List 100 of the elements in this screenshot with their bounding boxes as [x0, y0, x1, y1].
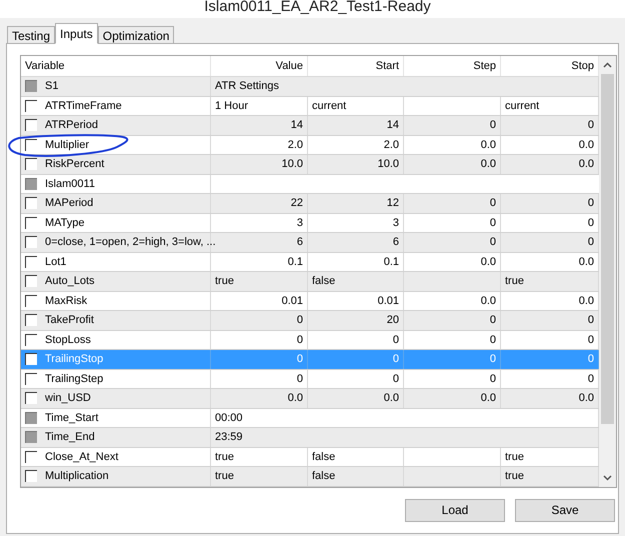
table-cell: 0 [211, 350, 308, 368]
variable-name: RiskPercent [45, 157, 104, 172]
table-cell: false [308, 272, 404, 290]
table-cell: false [308, 467, 404, 486]
table-cell: 0.0 [404, 389, 501, 408]
table-cell: 10.0 [211, 155, 308, 174]
column-header[interactable]: Start [308, 56, 404, 76]
table-cell: 0.01 [308, 292, 404, 310]
variable-name: Multiplication [45, 469, 109, 484]
checkbox[interactable] [25, 138, 37, 151]
table-row[interactable]: Multiplier 2.0 2.0 0.0 0.0 [21, 136, 599, 155]
table-row[interactable]: MAPeriod 22 12 0 0 [21, 194, 599, 214]
table-cell: 14 [211, 116, 308, 134]
table-cell: 0 [211, 370, 308, 388]
table-cell: false [308, 448, 404, 466]
checkbox[interactable] [25, 256, 37, 268]
checkbox[interactable] [25, 372, 37, 385]
checkbox[interactable] [25, 470, 37, 482]
table-row[interactable]: MaxRisk 0.01 0.01 0.0 0.0 [21, 292, 599, 311]
table-cell: 0 [308, 350, 404, 368]
variable-name: Time_Start [45, 410, 98, 426]
dialog-button[interactable]: Load [405, 498, 505, 522]
checkbox[interactable] [25, 216, 37, 229]
variable-name: TrailingStop [45, 352, 104, 367]
scroll-down-icon[interactable] [603, 474, 612, 480]
table-row[interactable]: 0=close, 1=open, 2=high, 3=low, ... 6 6 0 0 [21, 233, 599, 252]
table-cell: 10.0 [308, 155, 404, 174]
scrollbar-thumb[interactable] [601, 74, 614, 424]
scrollbar[interactable] [599, 56, 616, 486]
table-cell: 0 [404, 330, 501, 349]
table-row[interactable]: MAType 3 3 0 0 [21, 214, 599, 233]
checkbox[interactable] [25, 236, 37, 248]
table-row[interactable]: ATRTimeFrame 1 Hour current current [21, 96, 599, 116]
table-cell: 0 [404, 370, 501, 388]
variable-name: TakeProfit [45, 313, 94, 328]
table-row[interactable]: TakeProfit 0 20 0 0 [21, 311, 599, 330]
tab[interactable]: Inputs [55, 23, 98, 44]
table-cell: 2.0 [211, 136, 308, 154]
column-header[interactable]: Variable [21, 56, 211, 76]
table-row[interactable]: win_USD 0.0 0.0 0.0 0.0 [21, 389, 599, 408]
table-cell: true [211, 467, 308, 486]
checkbox[interactable] [25, 275, 37, 288]
table-cell: 0 [404, 194, 501, 212]
checkbox[interactable] [25, 334, 37, 346]
table-cell: 0 [308, 330, 404, 349]
table-row[interactable]: Auto_Lots true false true [21, 272, 599, 292]
checkbox[interactable] [25, 392, 37, 404]
window-title: Islam0011_EA_AR2_Test1-Ready [204, 0, 431, 14]
table-cell: 0.0 [404, 155, 501, 174]
variable-name: win_USD [45, 391, 91, 406]
table-row[interactable]: TrailingStep 0 0 0 0 [21, 370, 599, 389]
checkbox[interactable] [25, 294, 37, 307]
table-cell: 1 Hour [211, 96, 308, 115]
table-cell: 2.0 [308, 136, 404, 154]
variable-name: StopLoss [45, 332, 91, 348]
table-cell: 3 [308, 214, 404, 232]
table-cell: 0.1 [308, 252, 404, 271]
table-cell: 0.0 [404, 292, 501, 310]
checkbox[interactable] [25, 197, 37, 210]
tab[interactable]: Optimization [98, 26, 174, 44]
variable-name: TrailingStep [45, 372, 104, 386]
variable-name: Close_At_Next [45, 450, 118, 464]
table-row[interactable]: Multiplication true false true [21, 467, 599, 486]
table-cell: 0 [404, 233, 501, 252]
table-cell: 0 [404, 311, 501, 330]
variable-name: ATRTimeFrame [45, 98, 122, 114]
checkbox[interactable] [25, 314, 37, 326]
checkbox[interactable] [25, 100, 37, 112]
table-cell: true [211, 272, 308, 290]
variable-name: S1 [45, 79, 58, 94]
checkbox[interactable] [25, 158, 37, 170]
variable-name: MAPeriod [45, 196, 94, 211]
table-row[interactable]: Close_At_Next true false true [21, 448, 599, 467]
dialog-button[interactable]: Save [515, 498, 615, 522]
table-cell: 0 [404, 350, 501, 368]
table-cell: true [211, 448, 308, 466]
table-cell: 0.01 [211, 292, 308, 310]
variable-name: MaxRisk [45, 294, 88, 308]
tab[interactable]: Testing [7, 26, 56, 44]
table-row[interactable]: ATRPeriod 14 14 0 0 [21, 116, 599, 136]
table-cell: 12 [308, 194, 404, 212]
table-cell: 0.0 [404, 136, 501, 154]
table-cell: current [308, 96, 404, 115]
variable-name: Lot1 [45, 254, 66, 270]
table-cell: 0 [404, 214, 501, 232]
table-row[interactable]: RiskPercent 10.0 10.0 0.0 0.0 [21, 155, 599, 174]
checkbox[interactable] [25, 119, 37, 132]
table-row[interactable]: Lot1 0.1 0.1 0.0 0.0 [21, 252, 599, 272]
checkbox[interactable] [25, 353, 37, 366]
table-cell: 20 [308, 311, 404, 330]
variable-name: Time_End [45, 430, 95, 445]
table-cell: 0 [404, 116, 501, 134]
table-row[interactable]: StopLoss 0 0 0 0 [21, 330, 599, 350]
column-header[interactable]: Step [404, 56, 501, 76]
checkbox[interactable] [25, 450, 37, 463]
table-cell: 0.1 [211, 252, 308, 271]
scroll-up-icon[interactable] [603, 62, 612, 68]
table-cell: 0.0 [211, 389, 308, 408]
column-header[interactable]: Value [211, 56, 308, 76]
variable-name: Multiplier [45, 138, 90, 152]
